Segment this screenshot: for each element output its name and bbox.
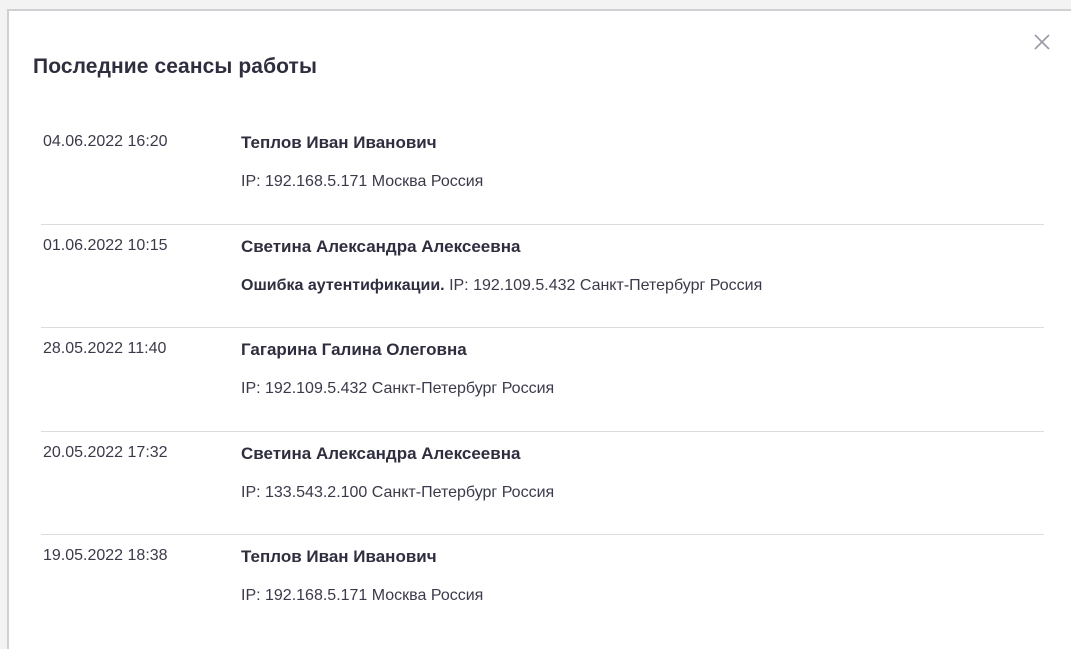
session-row: 01.06.2022 10:15 Светина Александра Алек…: [41, 225, 1044, 328]
session-ip-location: IP: 192.168.5.171 Москва Россия: [241, 587, 484, 604]
session-ip-location: IP: 192.109.5.432 Санкт-Петербург Россия: [449, 276, 763, 294]
session-datetime: 01.06.2022 10:15: [43, 236, 168, 254]
close-icon: [1034, 34, 1050, 50]
session-details: IP: 192.109.5.432 Санкт-Петербург Россия: [241, 380, 554, 398]
session-user-name: Светина Александра Алексеевна: [241, 443, 521, 463]
session-datetime: 19.05.2022 18:38: [43, 547, 168, 564]
session-row: 04.06.2022 16:20 Теплов Иван Иванович IP…: [41, 121, 1044, 225]
session-list: 04.06.2022 16:20 Теплов Иван Иванович IP…: [41, 121, 1044, 639]
session-row: 19.05.2022 18:38 Теплов Иван Иванович IP…: [41, 535, 1044, 639]
session-row: 28.05.2022 11:40 Гагарина Галина Олеговн…: [41, 328, 1044, 432]
session-row: 20.05.2022 17:32 Светина Александра Алек…: [41, 432, 1044, 535]
sessions-dialog: Последние сеансы работы 04.06.2022 16:20…: [7, 9, 1071, 649]
session-details: IP: 192.168.5.171 Москва Россия: [241, 173, 483, 191]
session-datetime: 20.05.2022 17:32: [43, 443, 168, 461]
session-user-name: Гагарина Галина Олеговна: [241, 340, 467, 359]
session-ip-location: IP: 192.109.5.432 Санкт-Петербург Россия: [241, 380, 555, 397]
session-details: IP: 192.168.5.171 Москва Россия: [241, 587, 483, 605]
session-details: Ошибка аутентификации. IP: 192.109.5.432…: [241, 277, 762, 295]
session-user-name: Светина Александра Алексеевна: [241, 236, 521, 256]
session-ip-location: IP: 133.543.2.100 Санкт-Петербург Россия: [241, 483, 555, 501]
session-datetime: 04.06.2022 16:20: [43, 133, 168, 150]
session-datetime: 28.05.2022 11:40: [43, 340, 167, 357]
session-error-text: Ошибка аутентификации.: [241, 276, 445, 294]
session-user-name: Теплов Иван Иванович: [241, 547, 437, 566]
session-ip-location: IP: 192.168.5.171 Москва Россия: [241, 173, 484, 190]
dialog-title: Последние сеансы работы: [33, 55, 317, 78]
session-user-name: Теплов Иван Иванович: [241, 133, 437, 152]
session-details: IP: 133.543.2.100 Санкт-Петербург Россия: [241, 484, 554, 502]
close-button[interactable]: [1029, 29, 1055, 55]
